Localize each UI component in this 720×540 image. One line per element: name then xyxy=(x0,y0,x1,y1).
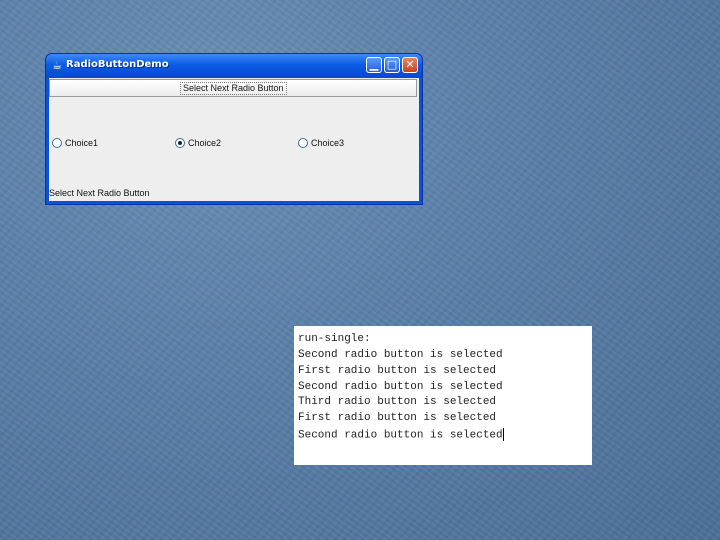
select-next-radio-button[interactable]: Select Next Radio Button xyxy=(49,79,417,97)
java-cup-icon: ☕ xyxy=(52,59,62,72)
console-line: Second radio button is selected xyxy=(298,349,503,361)
maximize-button[interactable]: □ xyxy=(384,57,400,73)
console-line: Third radio button is selected xyxy=(298,396,497,408)
close-button[interactable]: ✕ xyxy=(402,57,418,73)
window-content: Select Next Radio Button Choice1 Choice2… xyxy=(49,78,419,201)
radio-choice2[interactable]: Choice2 xyxy=(175,136,221,150)
text-cursor xyxy=(502,428,504,441)
console-line: First radio button is selected xyxy=(298,365,497,377)
window-title: RadioButtonDemo xyxy=(66,59,169,70)
select-next-radio-button-label: Select Next Radio Button xyxy=(180,82,287,95)
radio-circle-icon xyxy=(52,138,62,148)
status-label: Select Next Radio Button xyxy=(49,188,150,198)
radio-button-demo-window[interactable]: ☕ RadioButtonDemo ▁ □ ✕ Select Next Radi… xyxy=(46,54,422,204)
output-console[interactable]: run-single: Second radio button is selec… xyxy=(294,326,592,465)
console-line-last: Second radio button is selected xyxy=(298,428,504,441)
window-titlebar[interactable]: ☕ RadioButtonDemo ▁ □ ✕ xyxy=(46,54,422,78)
radio-choice1[interactable]: Choice1 xyxy=(52,136,98,150)
console-line: First radio button is selected xyxy=(298,412,497,424)
minimize-button[interactable]: ▁ xyxy=(366,57,382,73)
radio-choice3-label: Choice3 xyxy=(311,138,345,148)
radio-circle-checked-icon xyxy=(175,138,185,148)
console-line: run-single: xyxy=(298,333,371,345)
radio-choice1-label: Choice1 xyxy=(65,138,99,148)
radio-choice2-label: Choice2 xyxy=(188,138,222,148)
console-line-text: Second radio button is selected xyxy=(298,429,503,442)
console-line: Second radio button is selected xyxy=(298,381,503,393)
radio-circle-icon xyxy=(298,138,308,148)
radio-choice3[interactable]: Choice3 xyxy=(298,136,344,150)
